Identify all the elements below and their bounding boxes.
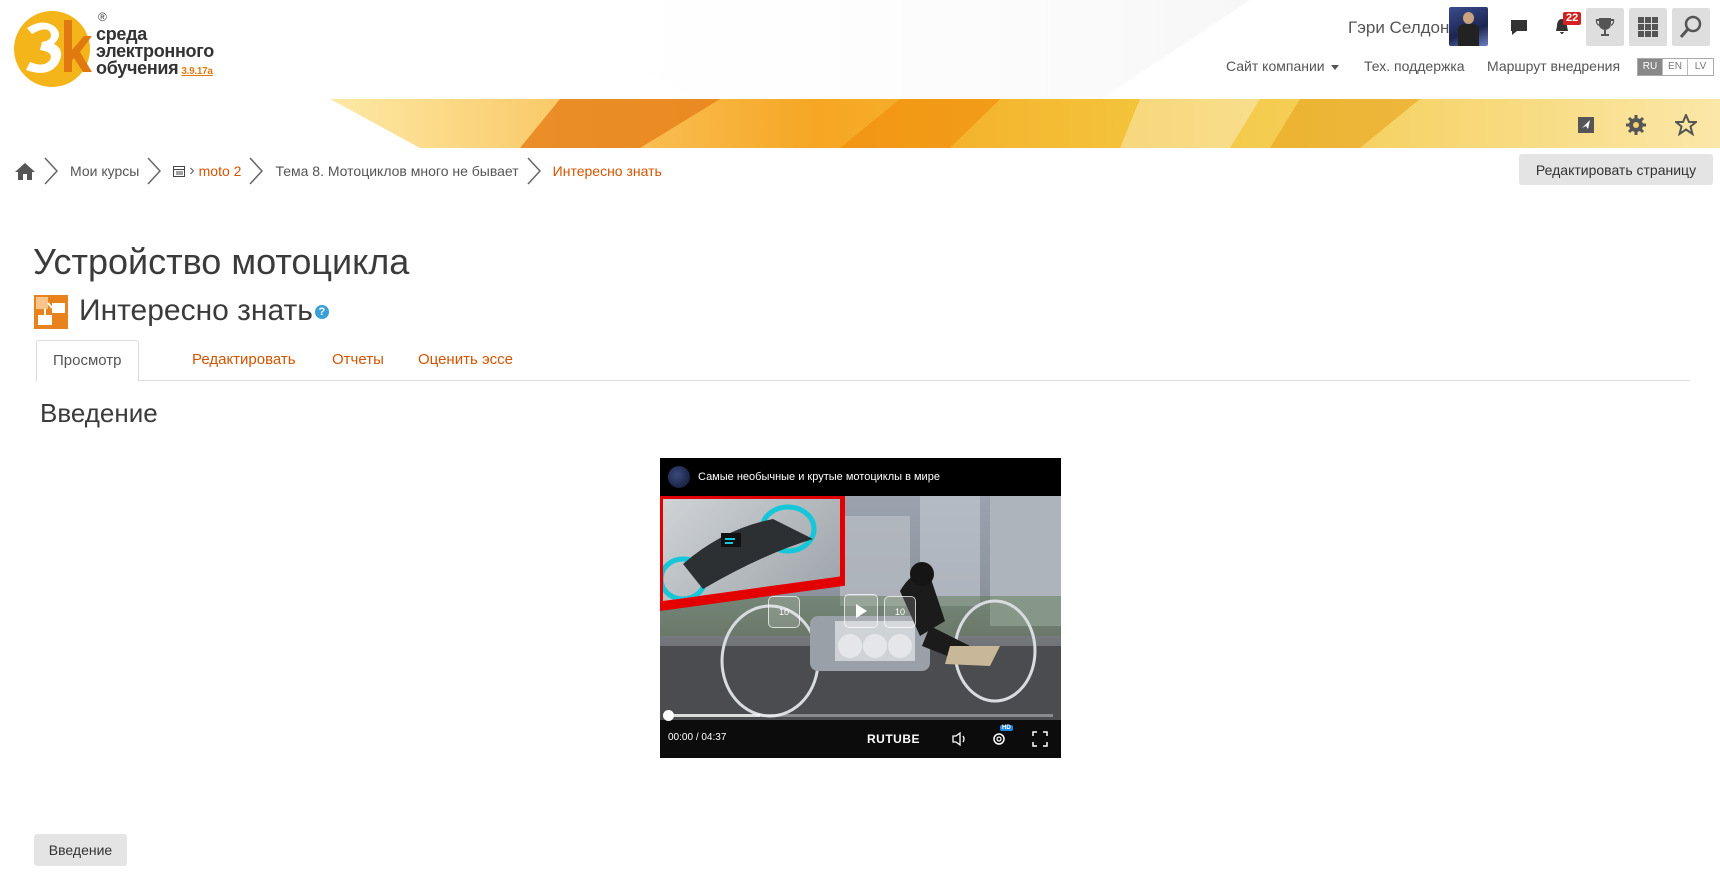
tab-view[interactable]: Просмотр: [36, 340, 139, 382]
video-controls: 00:00 / 04:37 RUTUBE HD: [660, 710, 1061, 758]
logo-mark: [14, 11, 92, 87]
location-arrow-icon: [1578, 117, 1594, 133]
registered-mark: ®: [98, 10, 107, 24]
company-site-menu[interactable]: Сайт компании: [1226, 58, 1339, 74]
volume-button[interactable]: [949, 728, 971, 750]
video-header: Самые необычные и крутые мотоциклы в мир…: [660, 458, 1061, 496]
tab-reports[interactable]: Отчеты: [316, 340, 400, 381]
lang-en[interactable]: EN: [1663, 59, 1688, 75]
video-player[interactable]: Самые необычные и крутые мотоциклы в мир…: [660, 458, 1061, 758]
progress-handle[interactable]: [663, 710, 674, 721]
quality-settings-button[interactable]: HD: [988, 725, 1013, 750]
logo[interactable]: ® среда электронного обучения 3.9.17a: [12, 6, 232, 92]
caret-down-icon: [1330, 64, 1339, 70]
logo-text: среда электронного обучения 3.9.17a: [96, 25, 214, 80]
breadcrumb-separator-icon: [147, 157, 162, 185]
breadcrumb-separator-icon: [527, 157, 541, 185]
rutube-logo[interactable]: RUTUBE: [867, 732, 920, 746]
favorites-button[interactable]: [1674, 113, 1698, 137]
video-title[interactable]: Самые необычные и крутые мотоциклы в мир…: [698, 471, 940, 483]
apps-button[interactable]: [1629, 8, 1667, 46]
notifications-badge: 22: [1563, 12, 1582, 25]
messages-button[interactable]: [1500, 8, 1538, 46]
notifications-button[interactable]: 22: [1543, 8, 1582, 46]
progress-bar[interactable]: [663, 710, 1053, 721]
star-icon: [1675, 114, 1697, 136]
chevron-right-icon: ›: [189, 162, 195, 179]
lang-ru[interactable]: RU: [1638, 59, 1663, 75]
home-icon[interactable]: [14, 161, 36, 181]
course-icon: [173, 165, 186, 177]
play-icon: [856, 604, 867, 618]
help-icon[interactable]: ?: [314, 305, 329, 320]
breadcrumb-topic[interactable]: Тема 8. Мотоциклов много не бывает: [275, 163, 518, 179]
video-frame[interactable]: 10 10: [660, 496, 1061, 720]
section-title: Введение: [40, 398, 158, 428]
logo-version[interactable]: 3.9.17a: [181, 66, 213, 77]
gear-icon: [1626, 115, 1646, 135]
edit-page-button[interactable]: Редактировать страницу: [1519, 154, 1713, 185]
achievements-button[interactable]: [1586, 8, 1624, 46]
rewind-10-button[interactable]: 10: [768, 596, 800, 628]
volume-icon: [952, 731, 965, 747]
search-icon: [1679, 15, 1702, 38]
breadcrumb-course[interactable]: moto 2: [199, 163, 242, 179]
activity-title: Интересно знать?: [79, 294, 329, 328]
search-button[interactable]: [1672, 8, 1710, 46]
lang-lv[interactable]: LV: [1688, 59, 1713, 75]
hd-badge: HD: [1000, 725, 1013, 731]
play-button[interactable]: [844, 594, 878, 628]
progress-buffered: [668, 714, 761, 717]
breadcrumb: Мои курсы › moto 2 Тема 8. Мотоциклов мн…: [14, 156, 662, 186]
tab-grade-essay[interactable]: Оценить эссе: [402, 340, 529, 381]
breadcrumb-my-courses[interactable]: Мои курсы: [70, 163, 139, 179]
settings-button[interactable]: [1624, 113, 1648, 137]
tab-edit[interactable]: Редактировать: [176, 340, 312, 381]
breadcrumb-separator-icon: [249, 157, 264, 185]
channel-logo[interactable]: [668, 466, 690, 488]
chat-icon: [1511, 20, 1527, 35]
trophy-icon: [1595, 18, 1615, 36]
lesson-icon: [34, 295, 68, 329]
header: ® среда электронного обучения 3.9.17a Гэр…: [0, 0, 1720, 150]
tabs: Просмотр Редактировать Отчеты Оценить эс…: [36, 340, 1690, 382]
navigate-button[interactable]: [1574, 113, 1598, 137]
time-display: 00:00 / 04:37: [668, 732, 727, 743]
gear-icon: [993, 733, 1005, 745]
language-switcher: RU EN LV: [1637, 58, 1714, 76]
support-link[interactable]: Тех. поддержка: [1364, 58, 1465, 74]
fullscreen-icon: [1032, 731, 1048, 747]
breadcrumb-separator-icon: [44, 157, 58, 185]
user-name[interactable]: Гэри Селдон: [1348, 18, 1449, 38]
fullscreen-button[interactable]: [1029, 728, 1051, 750]
route-link[interactable]: Маршрут внедрения: [1487, 58, 1620, 74]
avatar[interactable]: [1449, 7, 1488, 46]
breadcrumb-current[interactable]: Интересно знать: [553, 163, 662, 179]
page-title: Устройство мотоцикла: [33, 241, 410, 282]
logo-line-3: обучения 3.9.17a: [96, 58, 213, 78]
grid-icon: [1638, 17, 1658, 37]
section-button[interactable]: Введение: [34, 834, 127, 866]
forward-10-button[interactable]: 10: [884, 596, 916, 628]
